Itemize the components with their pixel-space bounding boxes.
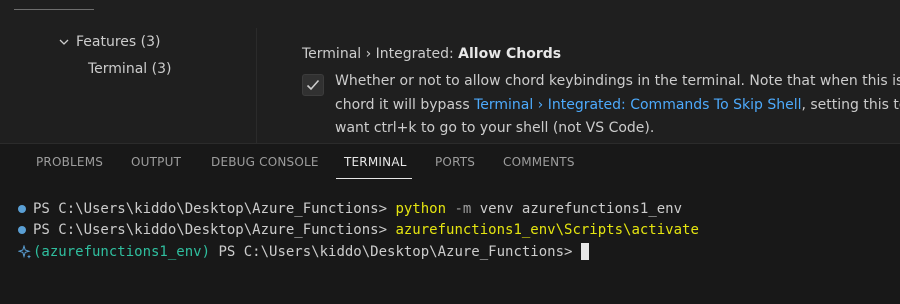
commands-to-skip-shell-link[interactable]: Terminal › Integrated: Commands To Skip …: [474, 97, 801, 113]
terminal-line-2: PS C:\Users\kiddo\Desktop\Azure_Function…: [18, 222, 699, 238]
panel-tabs: PROBLEMS OUTPUT DEBUG CONSOLE TERMINAL P…: [0, 144, 900, 180]
terminal-args: venv azurefunctions1_env: [471, 201, 683, 217]
command-status-dot-icon[interactable]: [18, 226, 26, 234]
terminal-command: azurefunctions1_env\Scripts\activate: [395, 222, 699, 238]
check-icon: [306, 79, 320, 91]
toc-terminal-label: Terminal (3): [88, 61, 172, 77]
tab-output[interactable]: OUTPUT: [131, 155, 181, 169]
setting-title-prefix: Terminal › Integrated:: [302, 46, 459, 62]
toc-item-features[interactable]: Features (3): [58, 34, 160, 50]
setting-title-name: Allow Chords: [458, 46, 562, 62]
terminal-line-3[interactable]: (azurefunctions1_env) PS C:\Users\kiddo\…: [18, 243, 590, 260]
active-tab-indicator: [336, 178, 412, 179]
setting-description-line3: want ctrl+k to go to your shell (not VS …: [335, 120, 655, 136]
virtualenv-indicator: (azurefunctions1_env): [33, 243, 211, 260]
desc-line2-pre: chord it will bypass: [335, 97, 475, 113]
command-status-dot-icon[interactable]: [18, 205, 26, 213]
terminal-prompt: PS C:\Users\kiddo\Desktop\Azure_Function…: [210, 243, 573, 260]
tab-ports[interactable]: PORTS: [435, 155, 475, 169]
bottom-panel: PROBLEMS OUTPUT DEBUG CONSOLE TERMINAL P…: [0, 143, 900, 304]
allow-chords-checkbox[interactable]: [302, 74, 324, 96]
tab-problems[interactable]: PROBLEMS: [36, 155, 103, 169]
setting-description-line2: chord it will bypass Terminal › Integrat…: [335, 97, 900, 113]
toc-item-terminal[interactable]: Terminal (3): [88, 61, 171, 77]
desc-line2-post: , setting this to: [801, 97, 900, 113]
toc-divider: [256, 28, 257, 143]
setting-description-line1: Whether or not to allow chord keybinding…: [335, 73, 900, 89]
tab-terminal[interactable]: TERMINAL: [344, 155, 407, 169]
terminal-line-1: PS C:\Users\kiddo\Desktop\Azure_Function…: [18, 201, 682, 217]
toc-features-label: Features (3): [76, 34, 161, 50]
terminal-flag: -m: [446, 201, 472, 217]
chevron-down-icon: [59, 39, 69, 45]
setting-title: Terminal › Integrated: Allow Chords: [302, 46, 561, 62]
settings-tab-indicator: [14, 0, 94, 10]
tab-comments[interactable]: COMMENTS: [503, 155, 575, 169]
terminal-prompt: PS C:\Users\kiddo\Desktop\Azure_Function…: [33, 222, 396, 238]
terminal-prompt: PS C:\Users\kiddo\Desktop\Azure_Function…: [33, 201, 396, 217]
terminal-command: python: [395, 201, 447, 217]
terminal-cursor: [581, 243, 590, 260]
tab-debug-console[interactable]: DEBUG CONSOLE: [211, 155, 319, 169]
settings-editor: Features (3) Terminal (3) Terminal › Int…: [0, 0, 900, 143]
sparkle-icon[interactable]: [18, 244, 32, 259]
